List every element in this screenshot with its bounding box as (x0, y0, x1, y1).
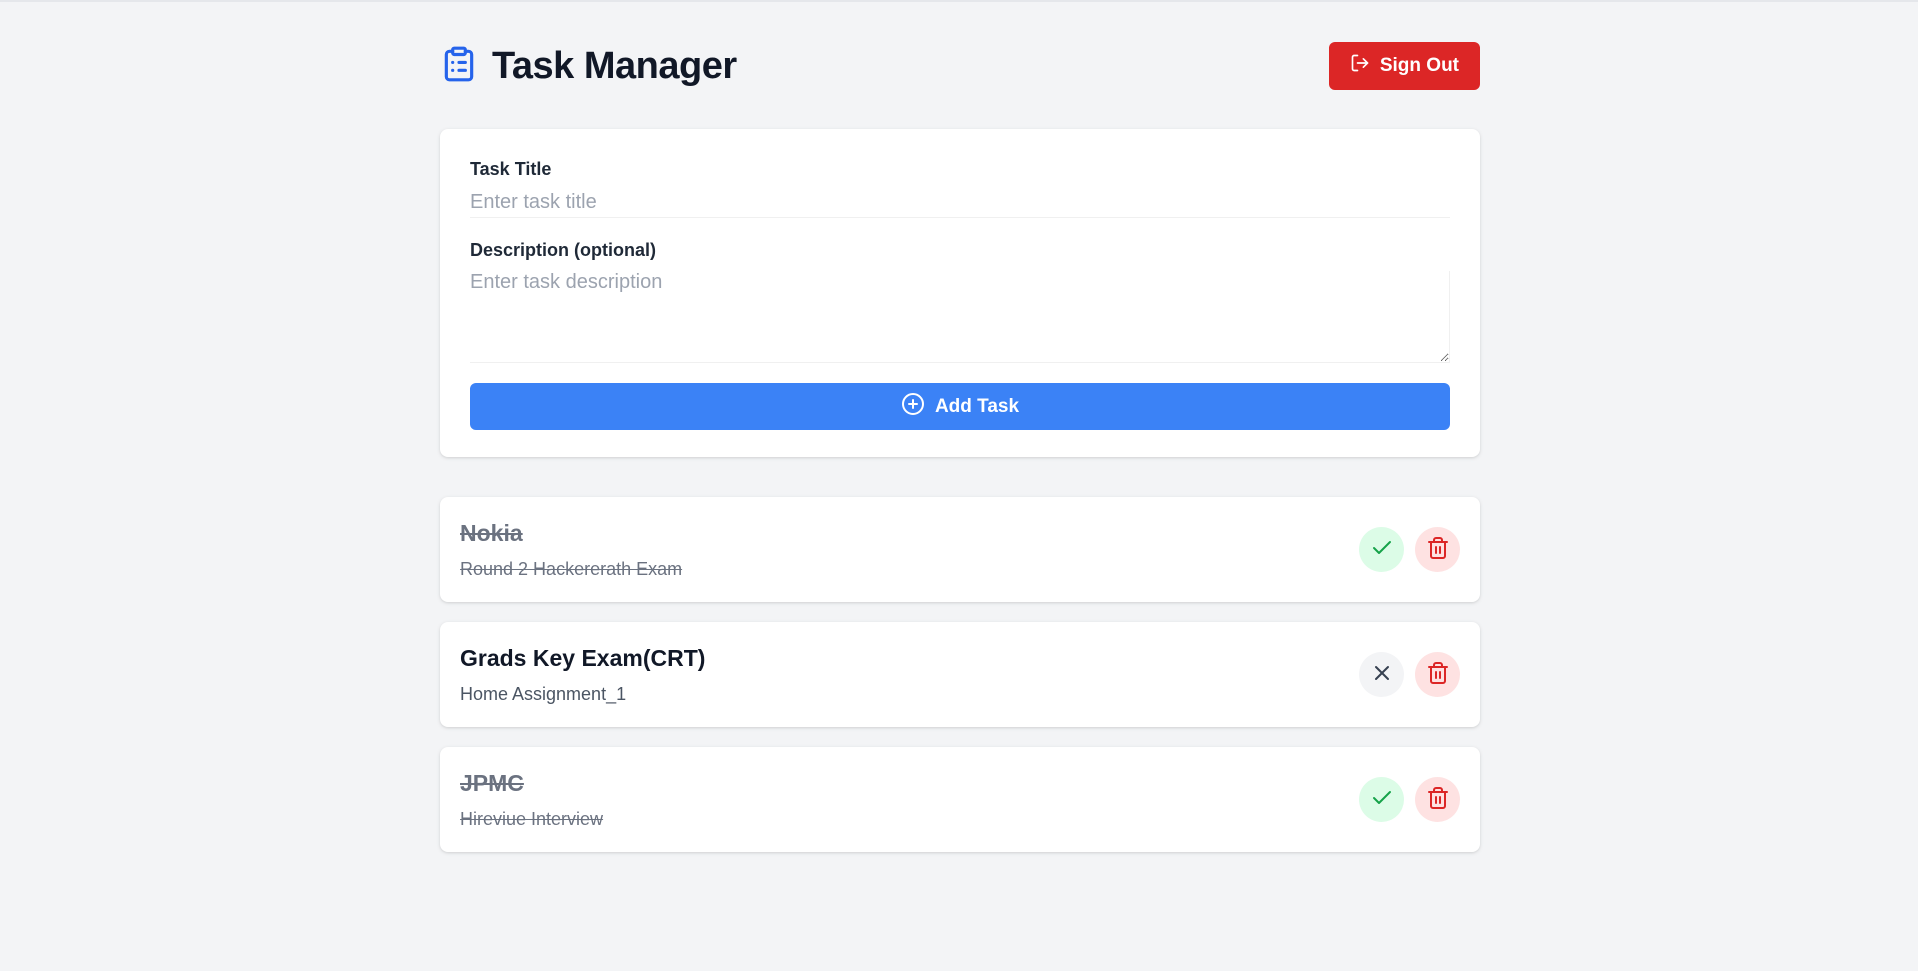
task-item: Grads Key Exam(CRT) Home Assignment_1 (440, 622, 1480, 727)
toggle-complete-button[interactable] (1359, 777, 1404, 822)
task-title: Nokia (460, 519, 523, 546)
task-actions (1359, 652, 1460, 697)
clipboard-list-icon (440, 43, 478, 90)
app-header: Task Manager Sign Out (440, 40, 1480, 92)
sign-out-button[interactable]: Sign Out (1328, 42, 1480, 90)
page-title: Task Manager (492, 44, 737, 87)
task-title: Grads Key Exam(CRT) (460, 644, 706, 671)
plus-circle-icon (901, 392, 925, 422)
brand: Task Manager (440, 43, 737, 90)
trash-icon (1426, 661, 1450, 688)
task-actions (1359, 777, 1460, 822)
task-description: Home Assignment_1 (460, 683, 627, 704)
add-task-label: Add Task (934, 395, 1020, 417)
task-item: JPMC Hireviue Interview (440, 747, 1480, 852)
log-out-icon (1350, 53, 1370, 79)
check-icon (1370, 536, 1394, 563)
delete-task-button[interactable] (1415, 652, 1460, 697)
task-text: JPMC Hireviue Interview (460, 770, 603, 830)
trash-icon (1426, 536, 1450, 563)
task-title: JPMC (460, 769, 524, 796)
sign-out-label: Sign Out (1379, 55, 1459, 76)
add-task-button[interactable]: Add Task (470, 383, 1450, 430)
task-title-input[interactable] (470, 188, 1450, 218)
task-item: Nokia Round 2 Hackererath Exam (440, 497, 1480, 602)
add-task-form: Task Title Description (optional) Add Ta… (440, 129, 1480, 457)
x-icon (1370, 661, 1394, 688)
task-text: Grads Key Exam(CRT) Home Assignment_1 (460, 645, 705, 705)
task-text: Nokia Round 2 Hackererath Exam (460, 520, 682, 580)
delete-task-button[interactable] (1415, 527, 1460, 572)
top-border (0, 0, 1918, 2)
task-actions (1359, 527, 1460, 572)
description-label: Description (optional) (470, 240, 656, 260)
task-description: Round 2 Hackererath Exam (460, 558, 683, 579)
task-description: Hireviue Interview (460, 808, 604, 829)
task-description-input[interactable] (470, 271, 1450, 363)
task-title-label: Task Title (470, 159, 552, 179)
toggle-complete-button[interactable] (1359, 527, 1404, 572)
check-icon (1370, 786, 1394, 813)
delete-task-button[interactable] (1415, 777, 1460, 822)
toggle-complete-button[interactable] (1359, 652, 1404, 697)
trash-icon (1426, 786, 1450, 813)
